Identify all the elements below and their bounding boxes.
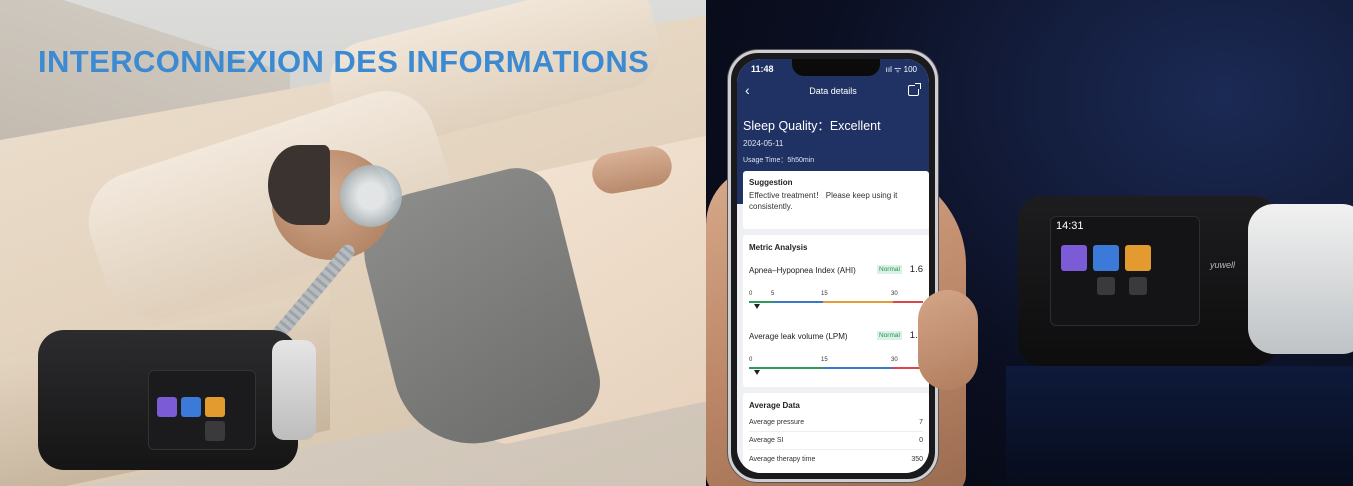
cpap-device-right: 14:31 yuwell (1018, 196, 1353, 366)
report-date: 2024-05-11 (743, 139, 784, 148)
sleeper-hair (268, 145, 330, 225)
status-icons: ııl ᯤ 100 (885, 65, 917, 74)
scale-pointer (754, 304, 760, 309)
scale-bar-mid (773, 301, 823, 303)
smartphone: 11:48 ııl ᯤ 100 ‹ Data details Sleep Qua… (728, 50, 938, 482)
metric-name: Average leak volume (LPM) (749, 332, 848, 341)
divider (749, 449, 923, 450)
cpap-mask (340, 165, 402, 227)
suggestion-card: Suggestion Effective treatment！ Please k… (743, 171, 929, 229)
row-value: 0 (919, 437, 923, 444)
humidifier (1248, 204, 1353, 354)
sleep-report-tile (1061, 245, 1087, 271)
average-row: Average therapy time 350 (749, 456, 923, 463)
scale-bar-warn (823, 301, 893, 303)
product-panel: 14:31 yuwell 11:48 ııl ᯤ 100 ‹ Data deta… (706, 0, 1353, 486)
device-screen (148, 370, 256, 450)
ramp-tile (1093, 245, 1119, 271)
scale-bar-bad (893, 301, 923, 303)
cpap-device-left (38, 330, 316, 470)
moon-tile (1125, 245, 1151, 271)
app-screen: 11:48 ııl ᯤ 100 ‹ Data details Sleep Qua… (737, 59, 929, 473)
status-time: 11:48 (751, 64, 774, 74)
settings-tile (205, 421, 225, 441)
metric-analysis-title: Metric Analysis (749, 243, 808, 252)
average-row: Average pressure 7 (749, 419, 923, 426)
page-title: Data details (809, 86, 857, 96)
banner-headline: INTERCONNEXION DES INFORMATIONS (38, 44, 650, 79)
settings-tile (1129, 277, 1147, 295)
suggestion-text: Effective treatment！ Please keep using i… (749, 191, 898, 211)
row-label: Average pressure (749, 419, 805, 426)
scale-bar-mid (823, 367, 893, 369)
scale-tick: 30 (891, 291, 898, 297)
bedroom-photo: INTERCONNEXION DES INFORMATIONS (0, 0, 706, 486)
row-value: 7 (919, 419, 923, 426)
scale-bar-good (749, 301, 773, 303)
row-label: Average SI (749, 437, 784, 444)
metric-scale: 0 15 30 (749, 357, 923, 375)
display-platform (1006, 366, 1353, 486)
divider (749, 431, 923, 432)
ramp-tile (181, 397, 201, 417)
share-icon[interactable] (908, 83, 921, 96)
scale-tick: 15 (821, 357, 828, 363)
average-data-card: Average Data Average pressure 7 Average … (743, 393, 929, 473)
status-badge: Normal (877, 265, 902, 274)
suggestion-title: Suggestion (749, 178, 793, 187)
metric-name: Apnea–Hypopnea Index (AHI) (749, 266, 856, 275)
scale-tick: 0 (749, 291, 753, 297)
scale-tick: 5 (771, 291, 775, 297)
device-brand: yuwell (1210, 260, 1236, 270)
row-label: Average therapy time (749, 456, 816, 463)
scale-pointer (754, 370, 760, 375)
status-badge: Normal (877, 331, 902, 340)
metric-analysis-card: Metric Analysis Apnea–Hypopnea Index (AH… (743, 235, 929, 387)
phone-notch (792, 59, 880, 76)
humidifier (272, 340, 316, 440)
usage-time: Usage Time：5h50min (743, 157, 815, 164)
average-row: Average SI 0 (749, 437, 923, 444)
sleep-quality: Sleep Quality：Excellent (743, 119, 881, 133)
device-clock: 14:31 (1056, 220, 1084, 232)
average-data-title: Average Data (749, 401, 800, 410)
mask-fit-tile (1097, 277, 1115, 295)
sleep-report-tile (157, 397, 177, 417)
scale-tick: 15 (821, 291, 828, 297)
scale-tick: 0 (749, 357, 753, 363)
scale-tick: 30 (891, 357, 898, 363)
moon-tile (205, 397, 225, 417)
metric-scale: 0 5 15 30 (749, 291, 923, 309)
metric-value: 1.6 (909, 264, 923, 275)
device-screen (1050, 216, 1200, 326)
row-value: 350 (911, 456, 923, 463)
thumb (918, 290, 978, 390)
scale-bar-good (749, 367, 823, 369)
